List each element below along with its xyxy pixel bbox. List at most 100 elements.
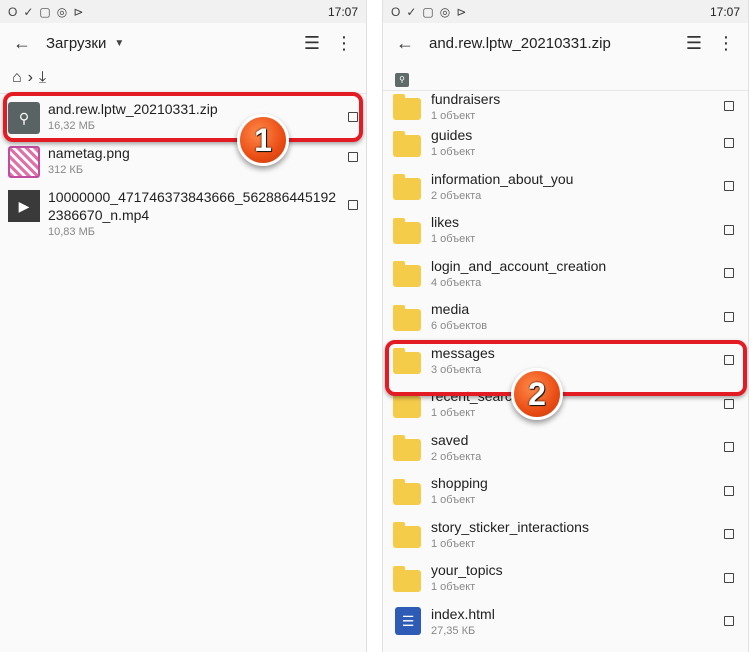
item-name: saved [431, 431, 469, 448]
folder-row-fundraisers[interactable]: fundraisers 1 объект [383, 90, 748, 122]
select-checkbox[interactable] [724, 529, 734, 540]
item-name: story_sticker_interactions [431, 518, 589, 535]
folder-row-likes[interactable]: likes 1 объект [383, 208, 748, 252]
folder-row-media[interactable]: media 6 объектов [383, 295, 748, 339]
item-name: fundraisers [431, 90, 501, 107]
folder-icon [393, 130, 421, 157]
folder-icon [393, 391, 421, 418]
chevron-right-icon: › [27, 69, 33, 86]
right-phone-screen: O ✓ ▢ ◎ ⊳ 17:07 ← and.rew.lptw_20210331.… [382, 0, 749, 652]
folder-row-messages[interactable]: messages 3 объекта [383, 339, 748, 383]
back-arrow-icon[interactable]: ← [6, 27, 38, 59]
select-checkbox[interactable] [724, 572, 734, 583]
file-row-zip[interactable]: ⚲ and.rew.lptw_20210331.zip 16,32 МБ [0, 94, 366, 142]
item-name: likes [431, 214, 460, 231]
sync-icon: ◎ [439, 4, 451, 19]
file-row-png[interactable]: nametag.png 312 КБ [0, 142, 366, 182]
archive-list: fundraisers 1 объект guides 1 объект infor… [383, 90, 748, 643]
calendar-icon: ▢ [422, 4, 434, 19]
folder-row-recent-searches[interactable]: recent_searches 1 объект [383, 382, 748, 426]
folder-row-shopping[interactable]: shopping 1 объект [383, 469, 748, 513]
item-name: messages [431, 344, 495, 361]
list-view-icon[interactable]: ☰ [296, 27, 328, 59]
folder-row-login[interactable]: login_and_account_creation 4 объекта [383, 252, 748, 296]
item-name: guides [431, 127, 473, 144]
folder-row-guides[interactable]: guides 1 объект [383, 121, 748, 165]
select-checkbox[interactable] [724, 442, 734, 453]
folder-icon [393, 261, 421, 288]
step-badge-1: 1 [237, 114, 289, 166]
toolbar: ← Загрузки ▼ ☰ ⋮ [0, 23, 366, 63]
download-icon[interactable]: ⤓ [39, 69, 46, 87]
file-row-mp4[interactable]: ▶ 10000000_471746373843666_5628864451922… [0, 182, 366, 238]
clock: 17:07 [709, 4, 740, 19]
folder-row-information[interactable]: information_about_you 2 объекта [383, 165, 748, 209]
file-size: 16,32 МБ [48, 120, 95, 132]
item-name: index.html [431, 605, 495, 622]
folder-icon [393, 435, 421, 462]
item-count: 1 объект [431, 537, 476, 550]
caret-down-icon[interactable]: ▼ [114, 38, 124, 49]
check-icon: ✓ [23, 4, 34, 19]
left-phone-screen: O ✓ ▢ ◎ ⊳ 17:07 ← Загрузки ▼ ☰ ⋮ ⌂ › ⤓ ⚲ [0, 0, 367, 652]
item-name: recent_searches [431, 388, 535, 405]
item-name: shopping [431, 475, 488, 492]
file-size: 312 КБ [48, 164, 84, 176]
folder-row-saved[interactable]: saved 2 объекта [383, 426, 748, 470]
file-name: nametag.png [48, 145, 130, 161]
item-name: login_and_account_creation [431, 257, 607, 274]
item-count: 3 объекта [431, 363, 482, 376]
select-checkbox[interactable] [724, 224, 734, 235]
select-checkbox[interactable] [724, 101, 734, 111]
file-name: 10000000_471746373843666_562886445192238… [48, 189, 337, 223]
status-icons: O ✓ ▢ ◎ ⊳ [8, 5, 83, 19]
folder-title[interactable]: Загрузки [46, 35, 106, 52]
status-bar: O ✓ ▢ ◎ ⊳ 17:07 [0, 0, 366, 23]
item-count: 1 объект [431, 407, 476, 420]
item-name: media [431, 301, 470, 318]
item-count: 2 объекта [431, 450, 482, 463]
step-badge-2: 2 [511, 368, 563, 420]
select-checkbox[interactable] [724, 616, 734, 627]
folder-row-your-topics[interactable]: your_topics 1 объект [383, 556, 748, 600]
folder-row-story-sticker[interactable]: story_sticker_interactions 1 объект [383, 513, 748, 557]
select-checkbox[interactable] [348, 112, 358, 122]
zip-archive-icon[interactable]: ⚲ [395, 72, 409, 87]
item-size: 27,35 КБ [431, 624, 476, 637]
select-checkbox[interactable] [724, 137, 734, 148]
folder-icon [393, 348, 421, 375]
file-row-index-html[interactable]: ☰ index.html 27,35 КБ [383, 600, 748, 644]
home-icon[interactable]: ⌂ [12, 69, 22, 87]
sync-icon: ◎ [56, 4, 68, 19]
folder-icon [393, 478, 421, 505]
play-store-icon: ⊳ [73, 4, 84, 19]
folder-icon [393, 565, 421, 592]
opera-icon: O [391, 4, 401, 19]
select-checkbox[interactable] [348, 152, 358, 162]
select-checkbox[interactable] [724, 311, 734, 322]
file-size: 10,83 МБ [48, 226, 95, 238]
more-menu-icon[interactable]: ⋮ [710, 27, 742, 59]
back-arrow-icon[interactable]: ← [389, 27, 421, 59]
item-count: 1 объект [431, 494, 476, 507]
select-checkbox[interactable] [724, 485, 734, 496]
toolbar: ← and.rew.lptw_20210331.zip ☰ ⋮ [383, 23, 748, 63]
select-checkbox[interactable] [724, 355, 734, 366]
more-menu-icon[interactable]: ⋮ [328, 27, 360, 59]
item-count: 1 объект [431, 581, 476, 594]
select-checkbox[interactable] [348, 200, 358, 210]
select-checkbox[interactable] [724, 181, 734, 192]
select-checkbox[interactable] [724, 268, 734, 279]
status-icons: O ✓ ▢ ◎ ⊳ [391, 5, 466, 19]
opera-icon: O [8, 4, 18, 19]
screenshot-stage: O ✓ ▢ ◎ ⊳ 17:07 ← Загрузки ▼ ☰ ⋮ ⌂ › ⤓ ⚲ [0, 0, 749, 652]
item-name: information_about_you [431, 170, 574, 187]
zip-file-icon: ⚲ [8, 102, 40, 134]
select-checkbox[interactable] [724, 398, 734, 409]
image-thumbnail-icon [8, 146, 40, 178]
breadcrumb: ⌂ › ⤓ [0, 63, 366, 93]
clock: 17:07 [327, 4, 358, 19]
list-view-icon[interactable]: ☰ [678, 27, 710, 59]
status-bar: O ✓ ▢ ◎ ⊳ 17:07 [383, 0, 748, 23]
html-document-icon: ☰ [395, 607, 421, 636]
